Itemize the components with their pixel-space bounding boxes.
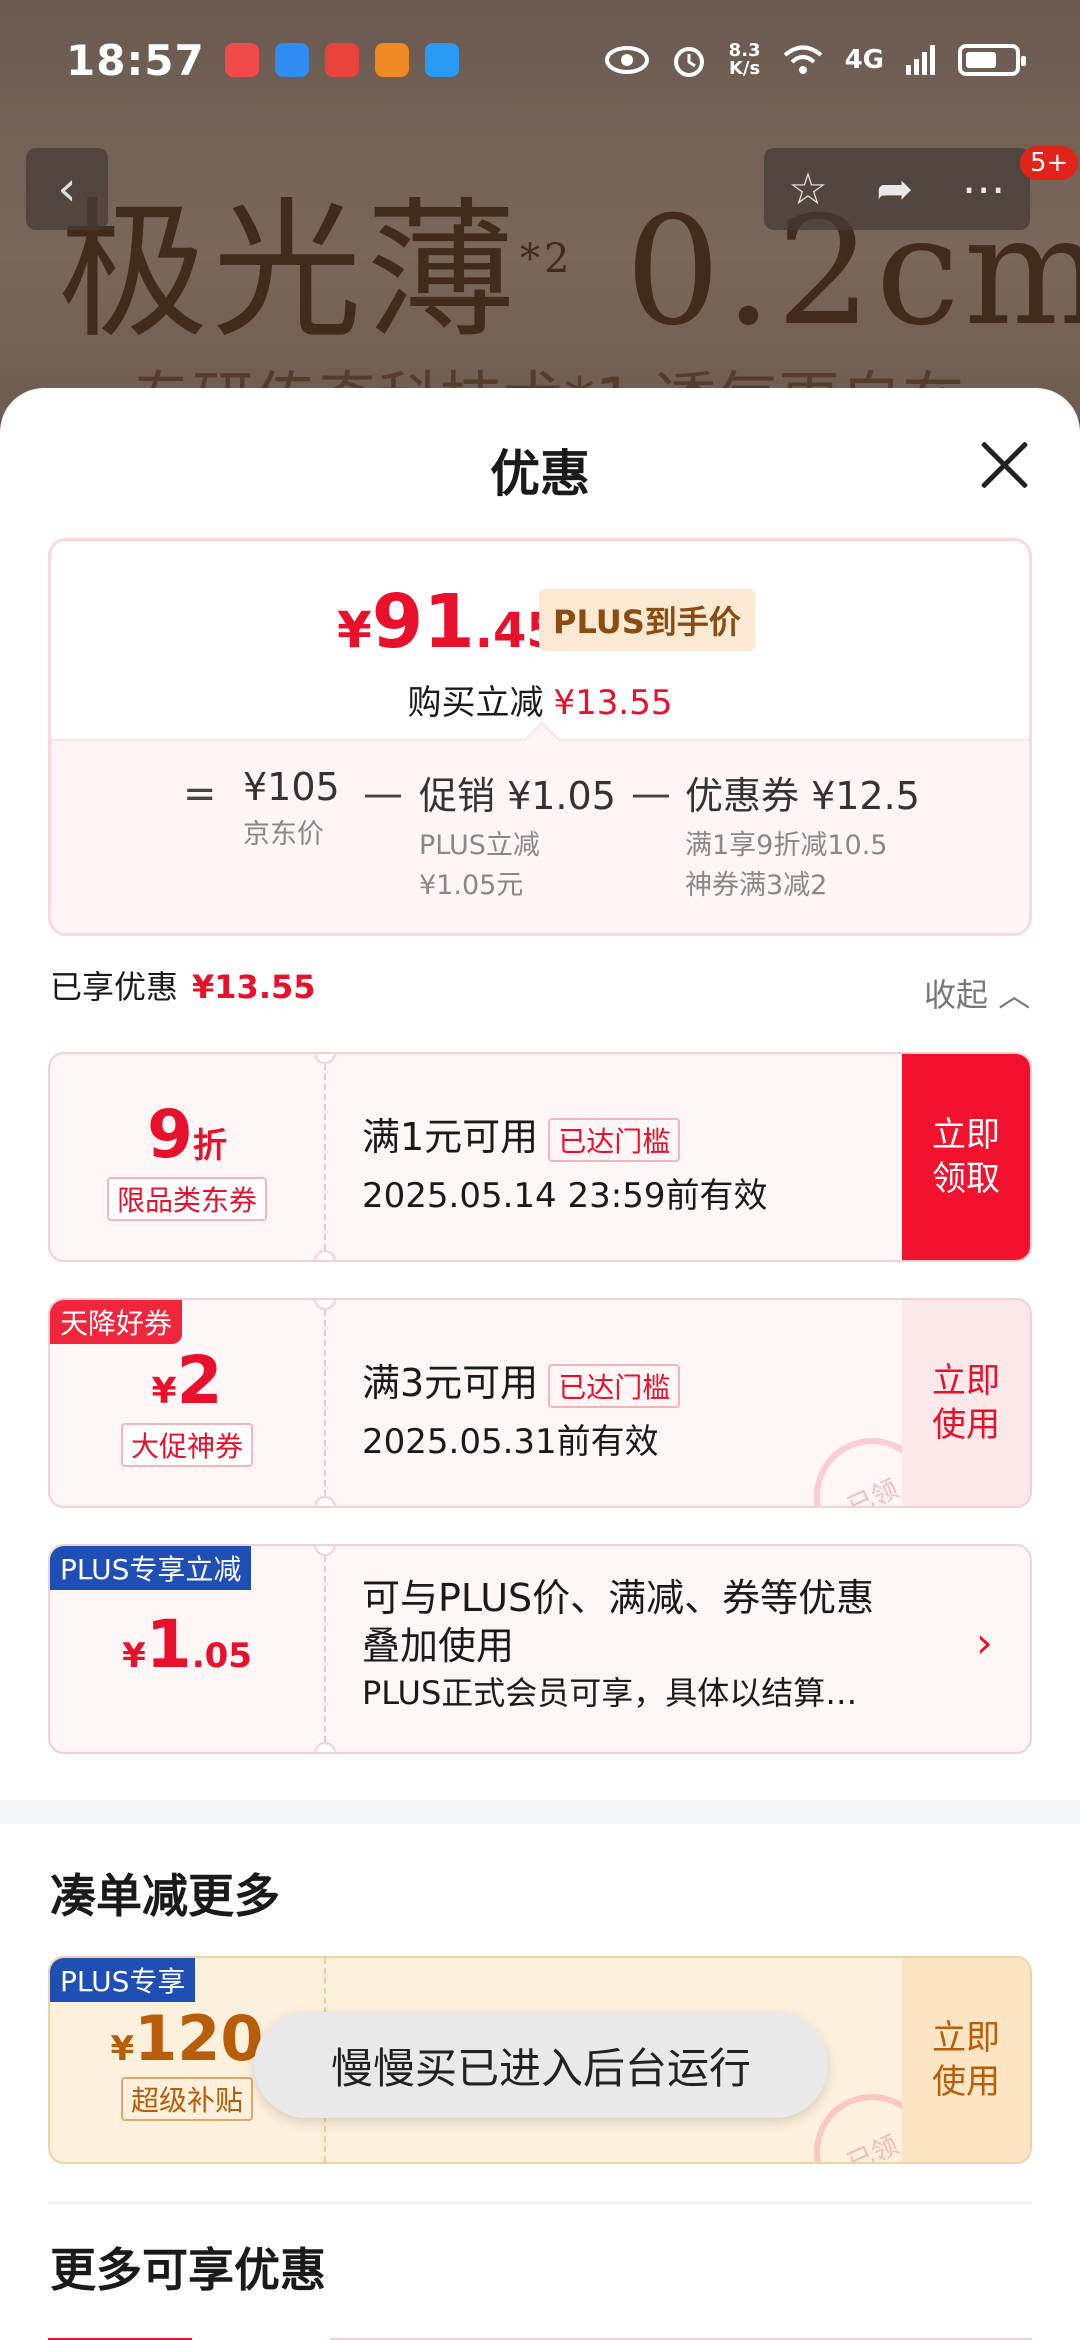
- minus-sign: —: [363, 771, 403, 817]
- favorite-icon[interactable]: ☆: [788, 164, 827, 215]
- use-label: 立即 使用: [932, 2018, 1000, 2102]
- alarm-icon: [673, 47, 704, 77]
- cloud-app-icon: [424, 43, 459, 77]
- jd-price-col: ¥105 京东价: [243, 765, 340, 850]
- signal-icon: [906, 45, 935, 75]
- sheet-title: 优惠: [490, 445, 590, 503]
- price-summary-card: ¥91.45 PLUS到手价 购买立减 ¥13.55 = ¥105 京东价 — 促…: [48, 538, 1032, 936]
- app-notification-icon: [224, 43, 259, 77]
- claim-label: 立即 领取: [932, 1115, 1000, 1199]
- coupon-value-area: 9折 限品类东券: [50, 1054, 324, 1260]
- coupon-validity: 2025.05.31前有效: [362, 1421, 659, 1462]
- chevron-right-icon: ›: [976, 1618, 993, 1667]
- section-title-more: 凑单减更多: [50, 1869, 280, 1923]
- minus-sign: —: [631, 771, 671, 817]
- coupon-card: 9折 限品类东券 满1元可用 已达门槛 2025.05.14 23:59前有效 立…: [48, 1052, 1032, 1262]
- threshold-badge: 已达门槛: [548, 1117, 681, 1162]
- section-divider: [0, 1800, 1080, 1824]
- use-label: 立即 使用: [932, 1361, 1000, 1445]
- discount-sheet: 优惠 ¥91.45 PLUS到手价 购买立减 ¥13.55 = ¥105 京东价 …: [0, 388, 1080, 2340]
- plus-discount-card[interactable]: PLUS专享立减 ¥1.05 可与PLUS价、满减、券等优惠 叠加使用 PLUS…: [48, 1544, 1032, 1754]
- coupon-condition: 满1元可用: [362, 1115, 539, 1159]
- claim-coupon-button[interactable]: 立即 领取: [902, 1054, 1030, 1260]
- plus-price-tag: PLUS到手价: [539, 589, 755, 651]
- eye-icon: [604, 46, 649, 74]
- battery-icon: [958, 44, 1026, 76]
- more-badge: 5+: [1020, 146, 1079, 180]
- orange-app-icon: [374, 43, 409, 77]
- status-right-icons: 8.3 K/s 4G: [604, 40, 1026, 79]
- divider-line: [48, 2202, 1032, 2204]
- toast-message: 慢慢买已进入后台运行: [254, 2012, 828, 2118]
- more-icon[interactable]: ⋯: [962, 164, 1006, 215]
- use-coupon-button[interactable]: 立即 使用: [902, 1958, 1030, 2162]
- price-breakdown: = ¥105 京东价 — 促销 ¥1.05 PLUS立减 ¥1.05元 — 优惠券…: [51, 739, 1029, 933]
- status-bar: 18:57 8.3 K/s 4G: [0, 0, 1080, 120]
- status-time: 18:57: [66, 35, 205, 85]
- close-icon[interactable]: [976, 436, 1032, 492]
- coupon-value-area: ¥2 大促神券: [50, 1300, 324, 1506]
- chevron-up-icon: ︿: [998, 976, 1031, 1014]
- plus-desc-line2: 叠加使用: [362, 1624, 515, 1668]
- final-price: ¥91.45: [337, 579, 560, 665]
- plus-desc-line1: 可与PLUS价、满减、券等优惠: [362, 1576, 875, 1620]
- use-coupon-button[interactable]: 立即 使用: [902, 1300, 1030, 1506]
- coupon-type-tag: 限品类东券: [106, 1177, 267, 1221]
- collapse-button[interactable]: 收起 ︿: [924, 970, 1030, 1016]
- reduce-line: 购买立减 ¥13.55: [407, 683, 673, 723]
- network-type: 4G: [844, 45, 884, 75]
- taobao-app-icon: [324, 43, 359, 77]
- coupon-card: 天降好券 ¥2 大促神券 满3元可用 已达门槛 2025.05.31前有效 已领 …: [48, 1298, 1032, 1508]
- status-app-icons: [224, 43, 459, 77]
- wifi-icon: [783, 45, 822, 74]
- coupon-col: 优惠券 ¥12.5 满1享9折减10.5 神券满3减2: [685, 774, 920, 901]
- coupon-type-tag: 超级补贴: [120, 2077, 253, 2121]
- back-button[interactable]: ‹: [26, 148, 108, 230]
- coupon-validity: 2025.05.14 23:59前有效: [362, 1175, 768, 1216]
- product-page-background: 极光薄*2 0.2cm 专研传奇科技术*1 透气更自在 18:57 8.3K/s…: [0, 0, 1080, 420]
- coupon-value-area: ¥1.05: [122, 1606, 252, 1683]
- section-title-extra: 更多可享优惠: [50, 2243, 326, 2297]
- shield-app-icon: [274, 43, 309, 77]
- plus-desc-line3: PLUS正式会员可享，具体以结算…: [362, 1674, 858, 1712]
- equals-sign: =: [183, 771, 217, 817]
- threshold-badge: 已达门槛: [548, 1363, 681, 1408]
- coupon-type-tag: 大促神券: [120, 1423, 253, 1467]
- nav-action-bar: ☆ ➦ ⋯: [764, 148, 1030, 230]
- coupon-condition: 满3元可用: [362, 1361, 539, 1405]
- enjoyed-discount: 已享优惠 ¥13.55: [50, 968, 316, 1006]
- promo-col: 促销 ¥1.05 PLUS立减 ¥1.05元: [419, 774, 616, 901]
- net-speed: 8.3 K/s: [728, 40, 761, 79]
- share-icon[interactable]: ➦: [876, 164, 913, 215]
